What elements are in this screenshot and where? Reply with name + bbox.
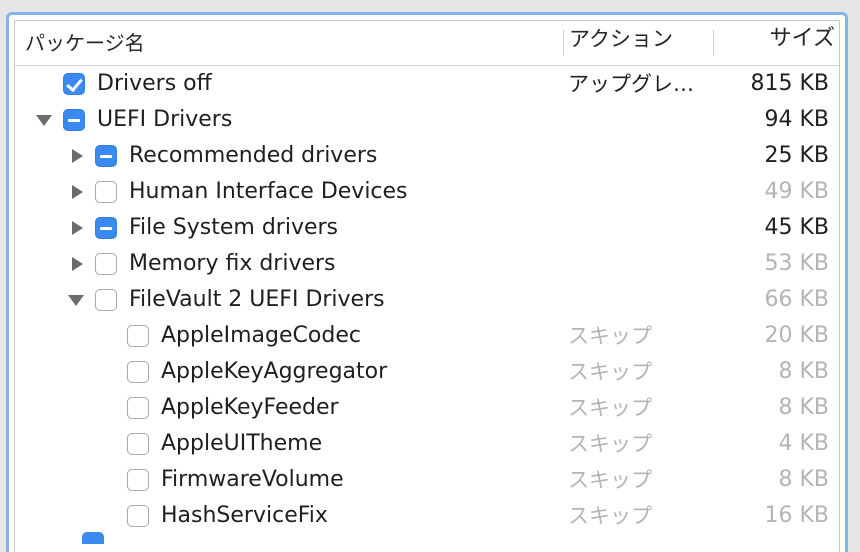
table-row[interactable]: Drivers off アップグレ… 815 KB (15, 66, 839, 102)
package-checkbox[interactable] (95, 217, 117, 239)
package-checkbox[interactable] (127, 505, 149, 527)
package-size: 94 KB (764, 107, 829, 132)
table-row[interactable]: FileVault 2 UEFI Drivers 66 KB (15, 282, 839, 318)
package-table-frame: パッケージ名 アクション サイズ Drivers off アップグレ… 815 KB… (6, 12, 848, 552)
package-checkbox[interactable] (127, 469, 149, 491)
package-action: スキップ (568, 432, 652, 456)
column-divider[interactable] (563, 30, 564, 56)
package-name: FileVault 2 UEFI Drivers (129, 287, 385, 312)
package-checkbox[interactable] (63, 73, 85, 95)
package-checkbox[interactable] (95, 181, 117, 203)
package-size: 49 KB (764, 179, 829, 204)
table-row[interactable]: Memory fix drivers 53 KB (15, 246, 839, 282)
package-action: スキップ (568, 360, 652, 384)
package-size: 8 KB (778, 359, 829, 384)
package-size: 815 KB (750, 71, 829, 96)
disclosure-collapsed-icon[interactable] (63, 174, 87, 210)
disclosure-collapsed-icon[interactable] (63, 210, 87, 246)
table-row[interactable]: Human Interface Devices 49 KB (15, 174, 839, 210)
package-name: FirmwareVolume (161, 467, 344, 492)
package-size: 20 KB (764, 323, 829, 348)
package-size: 8 KB (778, 395, 829, 420)
package-name: File System drivers (129, 215, 339, 240)
package-checkbox[interactable] (95, 289, 117, 311)
table-row[interactable]: File System drivers 45 KB (15, 210, 839, 246)
package-rows: Drivers off アップグレ… 815 KB UEFI Drivers 94 KB… (15, 66, 839, 552)
package-name: HashServiceFix (161, 503, 328, 528)
table-row[interactable]: AppleKeyFeeder スキップ 8 KB (15, 390, 839, 426)
package-checkbox[interactable] (127, 325, 149, 347)
package-size: 66 KB (764, 287, 829, 312)
table-row[interactable]: UEFI Drivers 94 KB (15, 102, 839, 138)
package-name: Human Interface Devices (129, 179, 408, 204)
package-checkbox[interactable] (127, 361, 149, 383)
package-checkbox[interactable] (127, 433, 149, 455)
package-name: AppleKeyFeeder (161, 395, 339, 420)
package-checkbox[interactable] (95, 145, 117, 167)
package-size: 25 KB (764, 143, 829, 168)
package-name: UEFI Drivers (97, 107, 233, 132)
disclosure-expanded-icon[interactable] (63, 282, 87, 318)
column-header-package-name[interactable]: パッケージ名 (25, 21, 145, 65)
package-size: 8 KB (778, 467, 829, 492)
package-name: AppleImageCodec (161, 323, 361, 348)
package-size: 45 KB (764, 215, 829, 240)
column-header-size[interactable]: サイズ (705, 21, 835, 65)
table-row[interactable]: Recommended drivers 25 KB (15, 138, 839, 174)
package-size: 53 KB (764, 251, 829, 276)
package-name: Drivers off (97, 71, 212, 96)
table-row[interactable]: AppleImageCodec スキップ 20 KB (15, 318, 839, 354)
table-row[interactable]: AppleUITheme スキップ 4 KB (15, 426, 839, 462)
disclosure-collapsed-icon[interactable] (63, 138, 87, 174)
package-action: スキップ (568, 396, 652, 420)
disclosure-collapsed-icon[interactable] (63, 246, 87, 282)
package-outline-view[interactable]: パッケージ名 アクション サイズ Drivers off アップグレ… 815 KB… (14, 20, 840, 552)
table-row[interactable]: FirmwareVolume スキップ 8 KB (15, 462, 839, 498)
package-name: Recommended drivers (129, 143, 378, 168)
table-row[interactable]: HashServiceFix スキップ 16 KB (15, 498, 839, 534)
checkbox-partial-row[interactable] (82, 532, 104, 544)
column-header-action[interactable]: アクション (569, 21, 673, 65)
package-action: スキップ (568, 324, 652, 348)
package-checkbox[interactable] (95, 253, 117, 275)
package-action: アップグレ… (568, 72, 694, 96)
package-action: スキップ (568, 504, 652, 528)
package-checkbox[interactable] (63, 109, 85, 131)
package-checkbox[interactable] (127, 397, 149, 419)
package-name: AppleKeyAggregator (161, 359, 388, 384)
table-header: パッケージ名 アクション サイズ (15, 21, 839, 66)
table-row[interactable]: AppleKeyAggregator スキップ 8 KB (15, 354, 839, 390)
package-action: スキップ (568, 468, 652, 492)
package-name: Memory fix drivers (129, 251, 336, 276)
package-size: 16 KB (764, 503, 829, 528)
package-size: 4 KB (778, 431, 829, 456)
package-name: AppleUITheme (161, 431, 323, 456)
disclosure-expanded-icon[interactable] (31, 102, 55, 138)
